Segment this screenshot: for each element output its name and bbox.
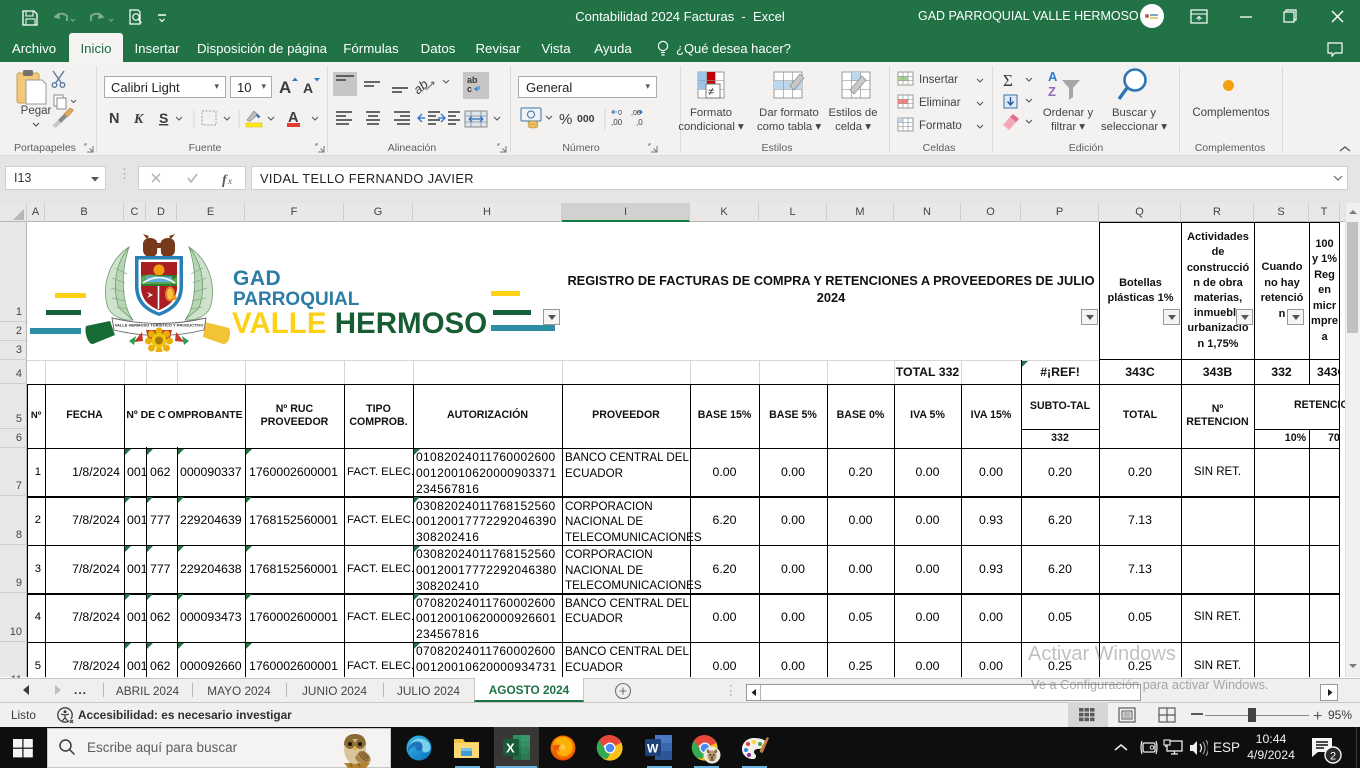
svg-text:A: A xyxy=(1048,69,1058,84)
svg-text:x: x xyxy=(227,176,232,186)
svg-text:W: W xyxy=(647,742,659,756)
svg-text:X: X xyxy=(506,741,515,756)
svg-text:2: 2 xyxy=(1330,751,1336,763)
svg-text:K: K xyxy=(133,112,145,127)
svg-text:ab: ab xyxy=(410,76,431,97)
svg-text:A: A xyxy=(279,78,291,97)
svg-text:Σ: Σ xyxy=(1003,71,1013,90)
svg-text:000: 000 xyxy=(577,113,595,125)
svg-text:≠: ≠ xyxy=(708,86,714,98)
svg-text:N: N xyxy=(109,111,119,127)
svg-text:Z: Z xyxy=(1048,84,1056,99)
svg-text:,0: ,0 xyxy=(636,118,643,127)
svg-text:,00: ,00 xyxy=(611,118,623,127)
svg-text:0: 0 xyxy=(618,110,622,117)
svg-text:VALLE HERMOSO TURÍSTICO Y PROD: VALLE HERMOSO TURÍSTICO Y PRODUCTIVO xyxy=(115,323,204,328)
svg-text:c: c xyxy=(467,84,472,94)
svg-text:A: A xyxy=(303,80,313,96)
svg-text:,00: ,00 xyxy=(631,110,641,117)
svg-text:%: % xyxy=(559,111,572,128)
svg-text:S: S xyxy=(159,110,168,126)
